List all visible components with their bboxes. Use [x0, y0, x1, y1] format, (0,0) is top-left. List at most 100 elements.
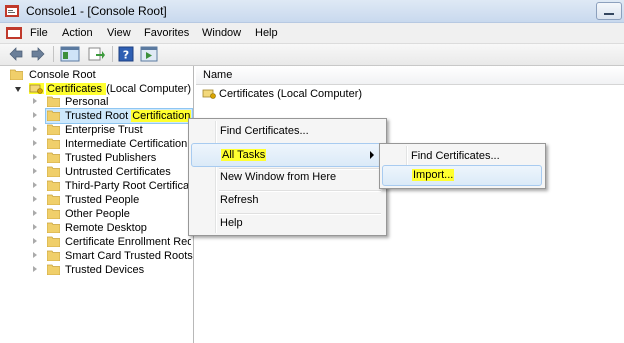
folder-icon [47, 236, 60, 247]
menu-favorites[interactable]: Favorites [144, 27, 189, 39]
certificates-label-highlighted: Certificates [46, 83, 107, 95]
tree-item-enterprise-trust[interactable]: Enterprise Trust [33, 123, 191, 137]
tree-item-other-people[interactable]: Other People [33, 207, 191, 221]
tree-item-console-root[interactable]: Console Root [10, 68, 190, 82]
expand-arrow-icon[interactable] [33, 210, 37, 216]
expand-arrow-icon[interactable] [15, 87, 21, 92]
tree-item-label: Remote Desktop [65, 222, 147, 234]
expand-arrow-icon[interactable] [33, 182, 37, 188]
all-tasks-label: All Tasks [221, 149, 267, 161]
back-arrow-icon[interactable] [8, 46, 24, 62]
menu-item-find-certificates[interactable]: Find Certificates... [191, 120, 383, 142]
title-bar: Console1 - [Console Root] [0, 0, 624, 23]
svg-text:?: ? [123, 49, 129, 62]
menu-view[interactable]: View [107, 27, 131, 39]
tree-item-label: Untrusted Certificates [65, 166, 171, 178]
expand-arrow-icon[interactable] [33, 112, 37, 118]
tree-item-remote-desktop[interactable]: Remote Desktop [33, 221, 191, 235]
folder-icon [47, 264, 60, 275]
expand-arrow-icon[interactable] [33, 252, 37, 258]
tree-item-certificates-local-computer[interactable]: Certificates (Local Computer) [15, 82, 193, 96]
import-label: Import... [412, 169, 455, 181]
tree-item-label: Trusted People [65, 194, 140, 206]
show-action-pane-icon[interactable] [140, 46, 158, 62]
submenu-item-import[interactable]: Import... [382, 165, 542, 186]
tree-item-trusted-people[interactable]: Trusted People [33, 193, 191, 207]
console-menu-icon[interactable] [6, 27, 22, 39]
menu-file[interactable]: File [30, 27, 48, 39]
menu-item-refresh[interactable]: Refresh [191, 189, 383, 211]
menu-item-new-window-from-here[interactable]: New Window from Here [191, 166, 383, 188]
certificate-store-icon [202, 89, 216, 99]
export-list-icon[interactable] [88, 46, 106, 62]
folder-icon [47, 180, 60, 191]
tree-item-label: Intermediate Certification [65, 138, 188, 150]
tree-item-third-party-root[interactable]: Third-Party Root Certificat [33, 179, 191, 193]
mmc-app-icon [5, 5, 19, 17]
toolbar-separator [53, 46, 54, 62]
tree-item-trusted-devices[interactable]: Trusted Devices [33, 263, 191, 277]
tree-item-label: Console Root [29, 69, 96, 81]
folder-icon [47, 166, 60, 177]
column-header-name[interactable]: Name [196, 66, 624, 85]
help-icon[interactable]: ? [118, 46, 134, 62]
certificate-store-icon [29, 83, 44, 94]
expand-arrow-icon[interactable] [33, 224, 37, 230]
expand-arrow-icon[interactable] [33, 154, 37, 160]
tree-item-label: Other People [65, 208, 130, 220]
folder-icon [47, 152, 60, 163]
folder-icon [47, 194, 60, 205]
folder-icon [47, 124, 60, 135]
folder-icon [47, 250, 60, 261]
all-tasks-submenu: Find Certificates... Import... [379, 143, 546, 189]
expand-arrow-icon[interactable] [33, 238, 37, 244]
forward-arrow-icon[interactable] [30, 46, 46, 62]
console-tree: Console Root Certificates (Local Compute… [0, 66, 194, 343]
menu-action[interactable]: Action [62, 27, 93, 39]
window-title: Console1 - [Console Root] [26, 4, 167, 18]
menu-help[interactable]: Help [255, 27, 278, 39]
tree-item-label: Certificate Enrollment Requ [65, 236, 191, 248]
tree-item-label: Enterprise Trust [65, 124, 143, 136]
expand-arrow-icon[interactable] [33, 196, 37, 202]
tree-item-intermediate-certification[interactable]: Intermediate Certification [33, 137, 191, 151]
tree-item-untrusted-certificates[interactable]: Untrusted Certificates [33, 165, 191, 179]
trusted-root-label-prefix: Trusted Root [65, 110, 132, 122]
trusted-root-label-highlighted: Certification [131, 110, 192, 122]
folder-icon [47, 110, 60, 121]
expand-arrow-icon[interactable] [33, 266, 37, 272]
tree-item-label: Third-Party Root Certificat [65, 180, 191, 192]
tree-item-smart-card-trusted-roots[interactable]: Smart Card Trusted Roots [33, 249, 193, 263]
folder-icon [47, 208, 60, 219]
toolbar: ? [0, 44, 624, 66]
folder-icon [10, 69, 23, 80]
submenu-arrow-icon [370, 151, 374, 159]
menu-item-all-tasks[interactable]: All Tasks [191, 143, 383, 167]
list-item[interactable]: Certificates (Local Computer) [202, 87, 402, 101]
folder-icon [47, 138, 60, 149]
tree-item-label: Trusted Devices [65, 264, 145, 276]
tree-item-label: Smart Card Trusted Roots [65, 250, 193, 262]
list-item-label: Certificates (Local Computer) [219, 88, 363, 100]
folder-icon [47, 222, 60, 233]
expand-arrow-icon[interactable] [33, 98, 37, 104]
context-menu: Find Certificates... All Tasks New Windo… [188, 118, 387, 236]
tree-item-trusted-publishers[interactable]: Trusted Publishers [33, 151, 191, 165]
tree-item-label: Trusted Publishers [65, 152, 157, 164]
show-hide-tree-icon[interactable] [60, 46, 80, 62]
submenu-item-find-certificates[interactable]: Find Certificates... [382, 145, 542, 167]
toolbar-separator [112, 46, 113, 62]
menu-item-help[interactable]: Help [191, 212, 383, 234]
menu-window[interactable]: Window [202, 27, 241, 39]
certificates-label-suffix: (Local Computer) [106, 83, 192, 95]
minimize-button[interactable] [596, 2, 622, 20]
folder-icon [47, 96, 60, 107]
expand-arrow-icon[interactable] [33, 126, 37, 132]
expand-arrow-icon[interactable] [33, 140, 37, 146]
expand-arrow-icon[interactable] [33, 168, 37, 174]
menu-bar: File Action View Favorites Window Help [0, 23, 624, 44]
tree-item-personal[interactable]: Personal [33, 95, 191, 109]
tree-item-certificate-enrollment-requests[interactable]: Certificate Enrollment Requ [33, 235, 191, 249]
tree-item-trusted-root-certification[interactable]: Trusted Root Certification [33, 109, 192, 123]
tree-item-label: Personal [65, 96, 109, 108]
